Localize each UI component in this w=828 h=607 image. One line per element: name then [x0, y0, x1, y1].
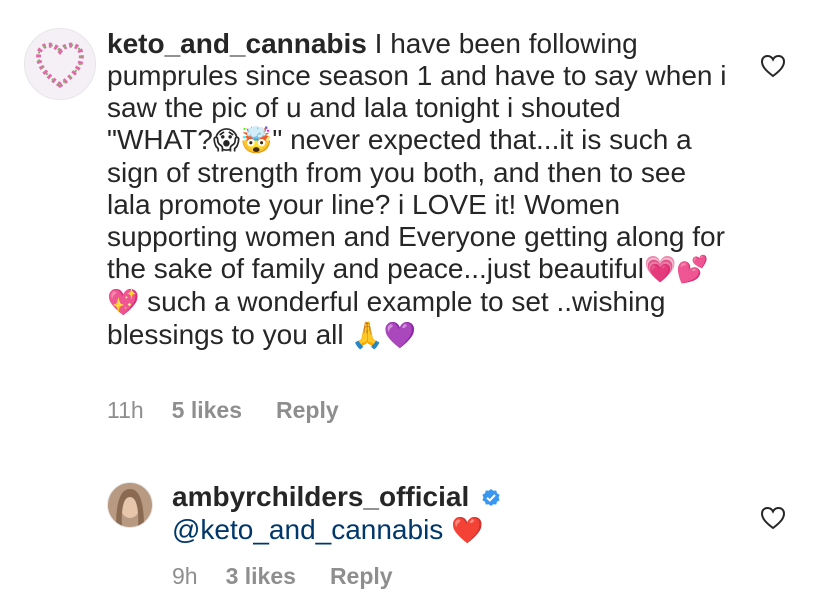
comment-username[interactable]: keto_and_cannabis [107, 28, 367, 59]
heart-wreath-avatar-image [25, 29, 95, 99]
profile-photo-avatar-image [108, 483, 152, 527]
reply-mention-link[interactable]: @keto_and_cannabis [172, 514, 443, 545]
heart-outline-icon [760, 54, 786, 78]
avatar-ambyrchilders-official[interactable] [107, 482, 153, 528]
avatar-keto-and-cannabis[interactable] [24, 28, 96, 100]
comment-reply-button[interactable]: Reply [276, 397, 339, 424]
comment-time: 11h [107, 397, 144, 423]
reply-likes[interactable]: 3 likes [226, 563, 296, 590]
comment-emoji-1: 😱🤯 [212, 126, 273, 156]
like-reply-button[interactable] [760, 506, 786, 530]
comment-likes[interactable]: 5 likes [172, 397, 242, 424]
reply-time: 9h [172, 563, 198, 589]
heart-outline-icon [760, 506, 786, 530]
like-comment-button[interactable] [760, 54, 786, 78]
reply-username[interactable]: ambyrchilders_official [172, 481, 469, 512]
reply-meta: 9h 3 likes Reply [172, 563, 393, 590]
comment-emoji-3: 🙏💜 [351, 321, 417, 351]
reply-emoji: ❤️ [451, 516, 484, 546]
reply-reply-button[interactable]: Reply [330, 563, 393, 590]
comment-meta: 11h 5 likes Reply [107, 397, 339, 424]
comment-body: keto_and_cannabis I have been following … [107, 28, 727, 352]
reply-body: ambyrchilders_official @keto_and_cannabi… [172, 480, 732, 548]
verified-badge-icon [481, 482, 501, 506]
